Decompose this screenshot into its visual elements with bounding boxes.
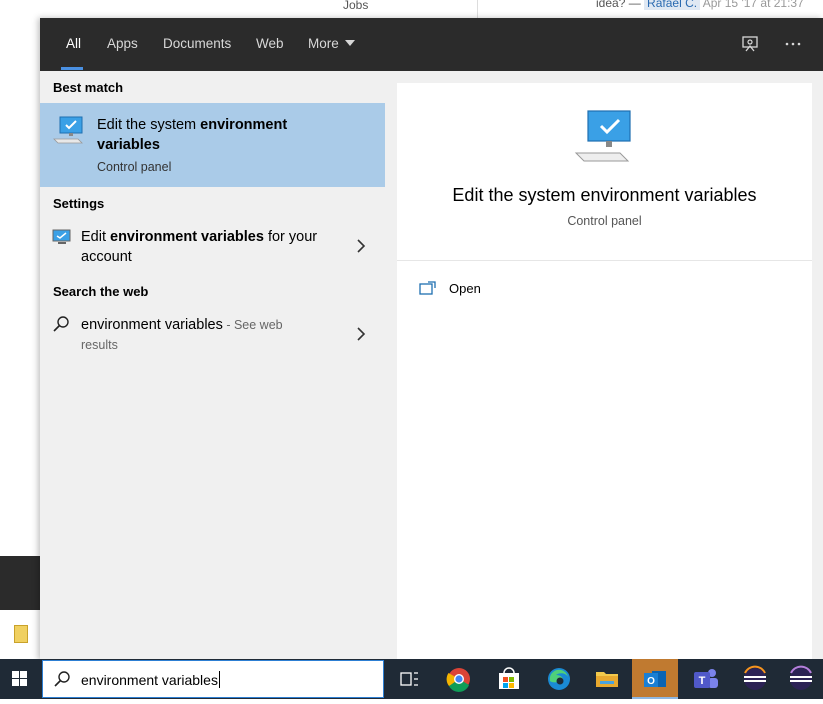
open-label: Open <box>449 281 481 296</box>
open-action[interactable]: Open <box>417 279 617 301</box>
best-match-subtitle: Control panel <box>97 160 172 174</box>
tab-web[interactable]: Web <box>256 36 284 51</box>
background-comment: idea? — Rafael C. Apr 15 '17 at 21:37 <box>596 0 804 10</box>
chevron-right-icon[interactable] <box>355 236 367 256</box>
web-search-item[interactable]: environment variables - See web results <box>40 311 385 361</box>
eclipse-icon[interactable] <box>732 659 778 699</box>
settings-item-bold: environment variables <box>110 229 264 245</box>
chevron-down-icon <box>344 40 355 46</box>
zip-file-icon[interactable] <box>14 625 28 643</box>
tab-active-underline <box>61 67 83 70</box>
background-dark-strip <box>0 556 40 610</box>
best-match-title-bold-1: environment <box>200 117 288 133</box>
results-list: Best match Edit the system environment va… <box>40 71 385 660</box>
open-icon <box>419 280 437 296</box>
windows-start-button[interactable] <box>0 659 40 699</box>
search-icon <box>53 670 71 688</box>
best-match-header: Best match <box>53 80 124 95</box>
search-input-value[interactable]: environment variables <box>81 671 220 688</box>
detail-subtitle: Control panel <box>567 214 642 228</box>
detail-divider <box>397 260 812 261</box>
settings-header: Settings <box>53 196 105 211</box>
background-user-tag[interactable]: Rafael C. <box>644 0 701 10</box>
svg-text:O: O <box>647 676 655 687</box>
best-match-title: Edit the system environment variables <box>97 115 337 155</box>
tab-more[interactable]: More <box>308 36 355 51</box>
eclipse-icon-2[interactable] <box>778 659 823 699</box>
chevron-right-icon[interactable] <box>355 324 367 344</box>
store-icon[interactable] <box>486 659 532 699</box>
best-match-title-bold-2: variables <box>97 137 160 153</box>
detail-pane: Edit the system environment variables Co… <box>397 83 812 660</box>
computer-monitor-icon <box>574 109 636 165</box>
web-search-query: environment variables <box>81 317 223 333</box>
teams-icon[interactable]: T <box>682 659 728 699</box>
task-view-icon[interactable] <box>386 659 432 699</box>
svg-text:T: T <box>699 675 706 687</box>
computer-monitor-icon <box>52 115 86 145</box>
more-options-icon[interactable] <box>783 34 803 54</box>
text-caret <box>218 671 220 688</box>
tab-documents[interactable]: Documents <box>163 36 231 51</box>
tab-more-label: More <box>308 36 339 51</box>
taskbar: environment variables O T <box>0 659 823 699</box>
feedback-icon[interactable] <box>741 34 761 54</box>
taskbar-search-box[interactable]: environment variables <box>42 660 384 698</box>
search-panel: All Apps Documents Web More Best match E… <box>40 18 823 660</box>
web-search-text: environment variables - See web results <box>81 315 301 355</box>
settings-item-text: Edit environment variables for your acco… <box>81 227 341 267</box>
settings-item-pre: Edit <box>81 229 111 245</box>
search-icon <box>52 315 70 333</box>
background-jobs-link[interactable]: Jobs <box>343 0 368 12</box>
search-input-text: environment variables <box>81 672 218 688</box>
search-web-header: Search the web <box>53 284 149 299</box>
outlook-icon[interactable]: O <box>632 659 678 699</box>
edge-icon[interactable] <box>536 659 582 699</box>
chrome-icon[interactable] <box>436 659 482 699</box>
tab-apps[interactable]: Apps <box>107 36 138 51</box>
monitor-settings-icon <box>52 229 72 247</box>
background-divider <box>477 0 478 20</box>
tab-all[interactable]: All <box>66 36 81 51</box>
background-comment-date: Apr 15 '17 at 21:37 <box>702 0 804 10</box>
file-explorer-icon[interactable] <box>584 659 630 699</box>
best-match-item[interactable]: Edit the system environment variables Con… <box>40 103 385 187</box>
detail-title: Edit the system environment variables <box>452 185 757 205</box>
background-comment-prefix: idea? — <box>596 0 641 10</box>
settings-item[interactable]: Edit environment variables for your acco… <box>40 223 385 273</box>
search-top-bar: All Apps Documents Web More <box>40 18 823 71</box>
best-match-title-pre: Edit the system <box>97 117 201 133</box>
